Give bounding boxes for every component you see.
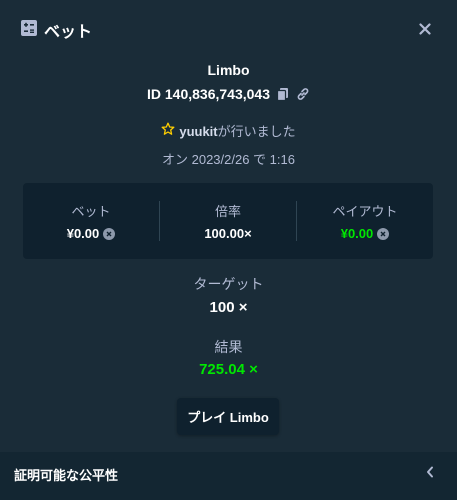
stat-multiplier-value: 100.00×: [204, 226, 252, 241]
stat-bet: ベット ¥0.00: [23, 201, 159, 241]
currency-icon: [103, 227, 116, 240]
stat-bet-amount: ¥0.00: [66, 226, 100, 241]
stat-payout-value: ¥0.00: [341, 226, 390, 241]
stat-bet-value: ¥0.00: [67, 226, 116, 241]
currency-icon: [377, 227, 390, 240]
bet-stats-panel: ベット ¥0.00 倍率 100.00× ペイアウト ¥0.00: [23, 183, 433, 259]
placed-by-suffix: が行いました: [217, 124, 296, 139]
game-name: Limbo: [207, 62, 250, 78]
result-value: 725.04 ×: [199, 361, 258, 378]
modal-header: ベット: [0, 0, 457, 56]
stat-payout-amount: ¥0.00: [340, 226, 374, 241]
stat-payout-label: ペイアウト: [332, 204, 398, 219]
copy-icon[interactable]: [276, 87, 290, 101]
chevron-left-icon[interactable]: [423, 465, 437, 479]
bet-id-row: ID 140,836,743,043: [0, 86, 457, 102]
link-icon[interactable]: [296, 87, 310, 101]
modal-title: ベット: [44, 24, 93, 41]
placed-by-row: yuukitが行いました: [0, 121, 457, 140]
target-label: ターゲット: [193, 276, 264, 292]
star-icon: [161, 122, 175, 139]
bet-id: ID 140,836,743,043: [147, 86, 270, 102]
bet-slip-icon: [21, 20, 37, 36]
stat-multiplier-label: 倍率: [214, 204, 241, 219]
provably-fair-section[interactable]: 証明可能な公平性: [0, 452, 457, 500]
stat-multiplier: 倍率 100.00×: [160, 201, 296, 241]
provably-fair-title: 証明可能な公平性: [14, 468, 119, 483]
bet-date: オン 2023/2/26 で 1:16: [162, 152, 295, 167]
result-label: 結果: [214, 339, 243, 355]
stat-bet-label: ベット: [71, 204, 111, 219]
username-link[interactable]: yuukit: [179, 124, 217, 139]
close-icon[interactable]: [419, 23, 431, 35]
stat-payout: ペイアウト ¥0.00: [297, 201, 433, 241]
play-game-button[interactable]: プレイ Limbo: [177, 398, 279, 435]
close-button[interactable]: [414, 18, 436, 40]
target-value: 100 ×: [209, 299, 248, 316]
